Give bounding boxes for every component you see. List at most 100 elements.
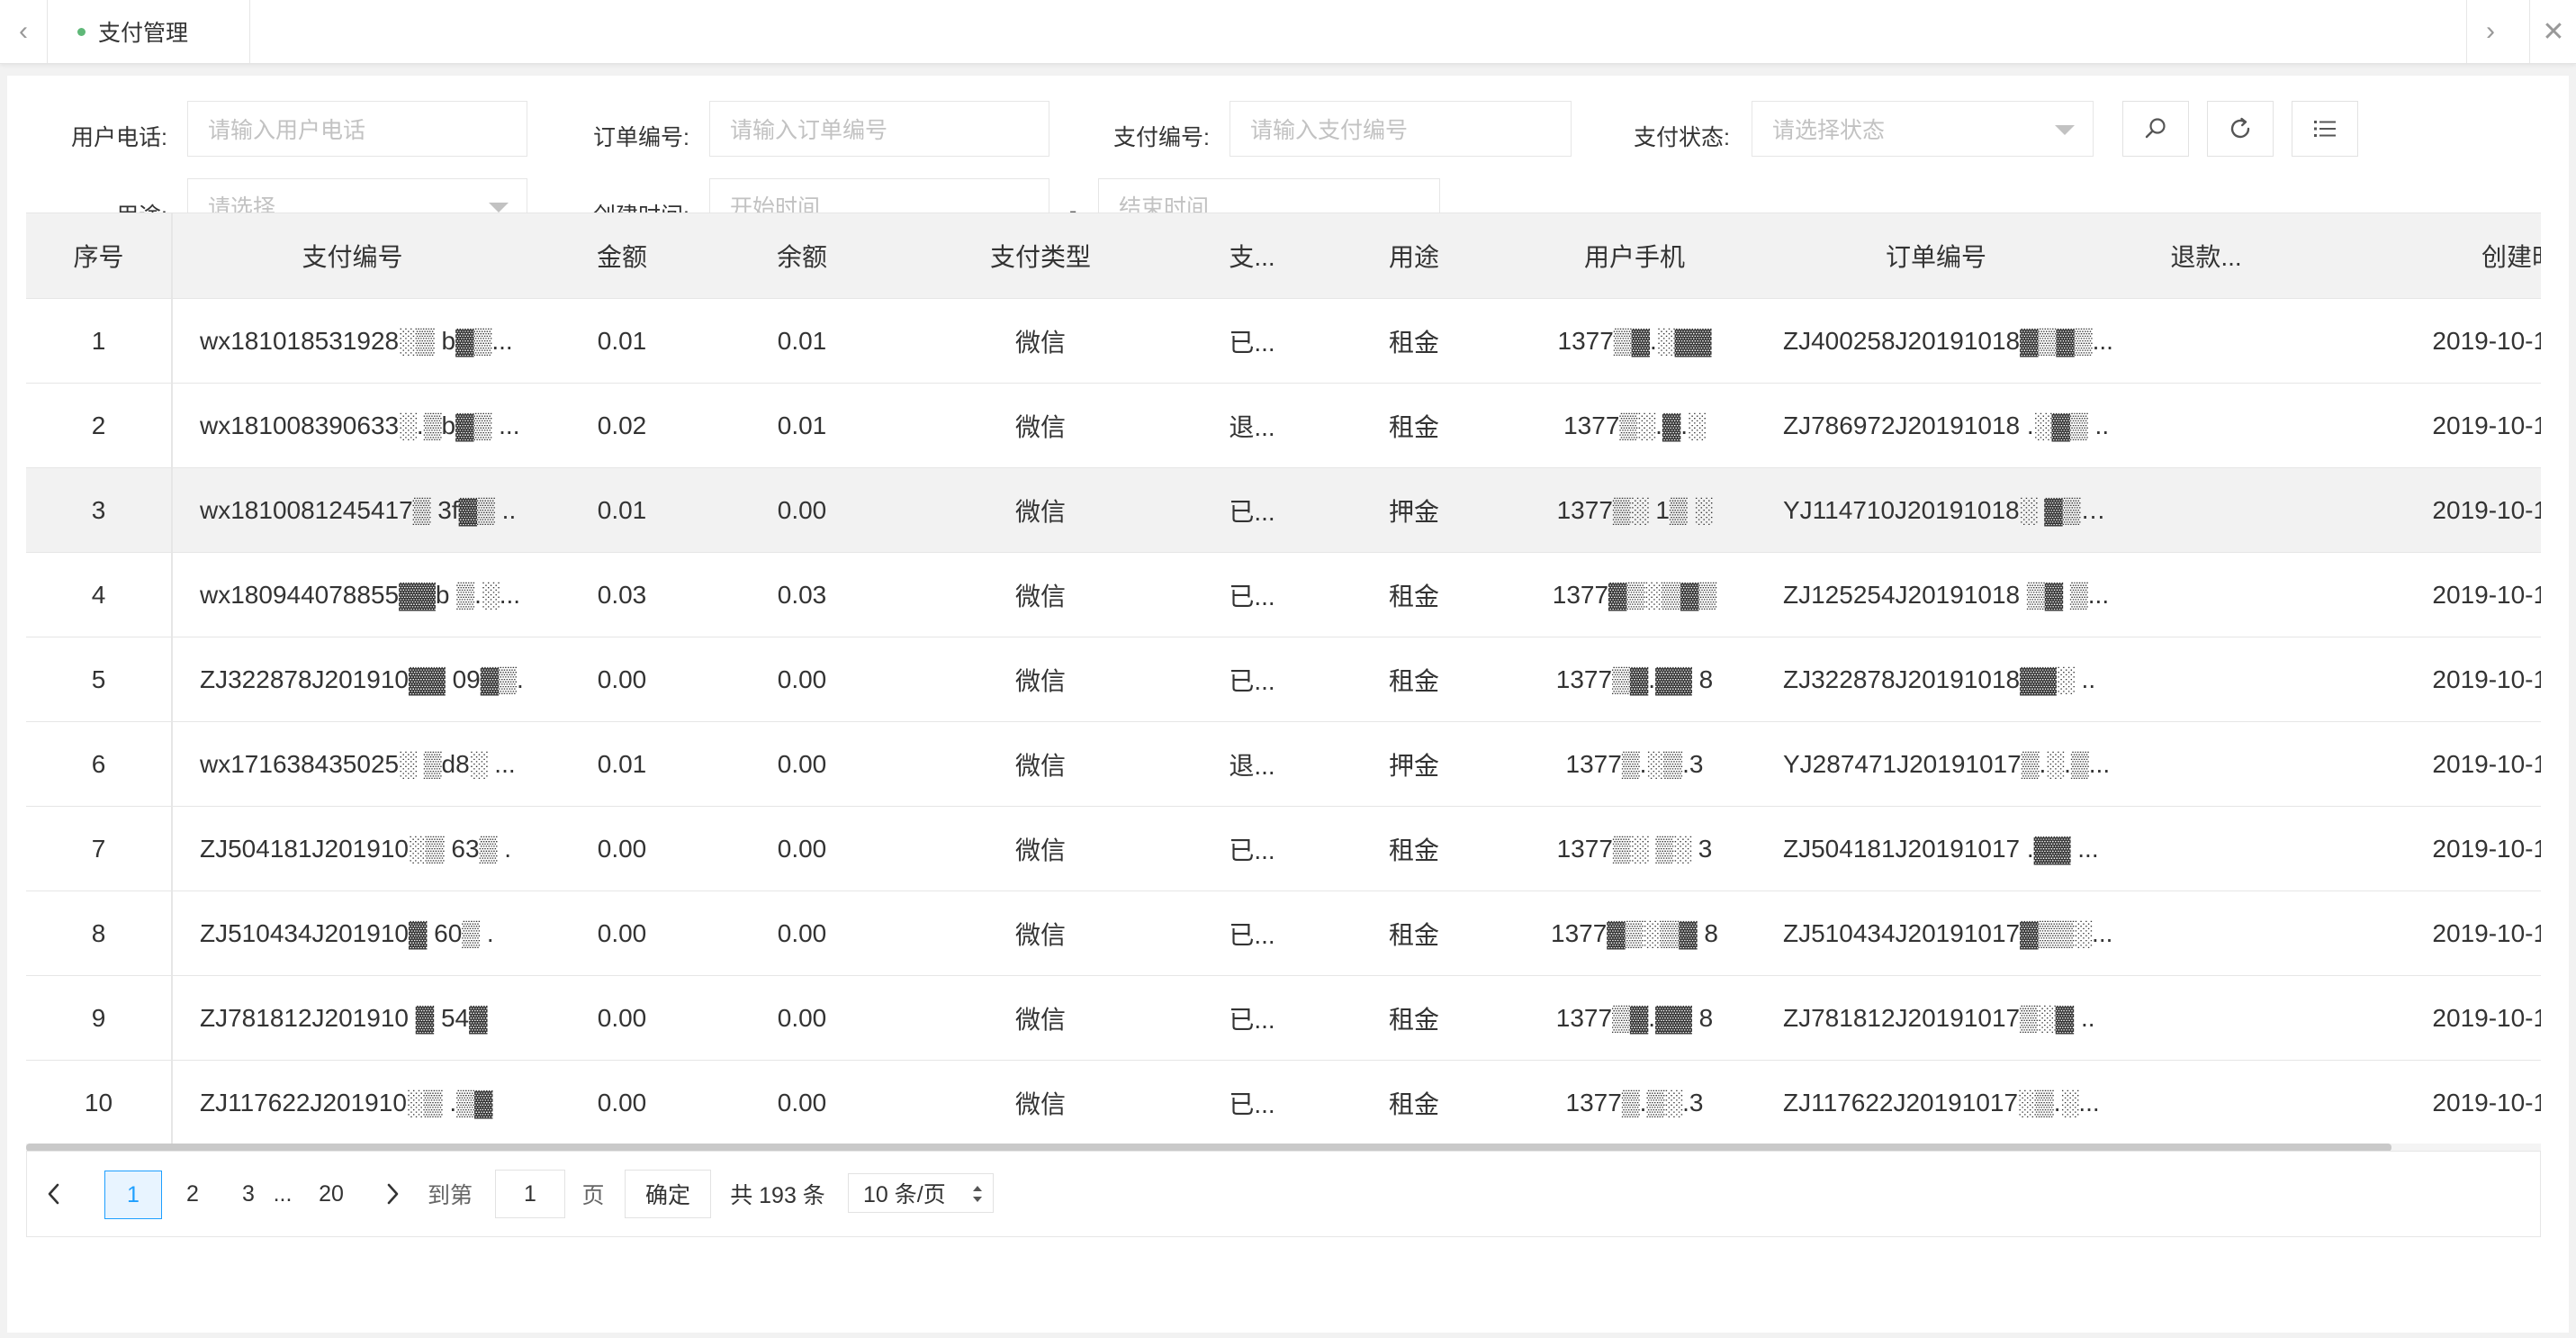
cell-phone: 1377▒░.▓.░ — [1513, 383, 1756, 468]
prev-page-icon[interactable] — [34, 1171, 74, 1217]
header-phone: 用户手机 — [1513, 213, 1756, 299]
cell-pay-id: ZJ781812J201910 ▓ 54▓ — [172, 975, 532, 1061]
cell-pay-type: 微信 — [892, 890, 1189, 976]
cell-usage: 租金 — [1315, 975, 1513, 1061]
page-size-select[interactable]: 10 条/页 — [848, 1173, 994, 1213]
cell-pay-status: 退... — [1189, 383, 1315, 468]
cell-refund — [2116, 383, 2296, 468]
header-balance: 余额 — [712, 213, 892, 299]
cell-amount: 0.00 — [532, 806, 712, 891]
phone-label: 用户电话: — [71, 125, 167, 150]
search-button[interactable] — [2122, 101, 2189, 157]
cell-balance: 0.00 — [712, 806, 892, 891]
cell-pay-status: 已... — [1189, 298, 1315, 384]
table-row[interactable]: 4 wx180944078855▓▓b ▒.░... 0.03 0.03 微信 已... 租… — [26, 552, 2541, 637]
table-row[interactable]: 7 ZJ504181J201910░▒ 63▒ . 0.00 0.00 微信 已... 租金… — [26, 806, 2541, 891]
cell-phone: 1377▒▓.▓▓ 8 — [1513, 975, 1756, 1061]
cell-phone: 1377▒░ 1▒ ░ — [1513, 467, 1756, 553]
pay-id-label: 支付编号: — [1113, 125, 1210, 150]
header-usage: 用途 — [1315, 213, 1513, 299]
tab-scroll-right-icon[interactable]: › — [2466, 0, 2514, 63]
cell-amount: 0.01 — [532, 467, 712, 553]
cell-refund — [2116, 1060, 2296, 1145]
cell-created-time: 2019-10-17 1 — [2296, 721, 2541, 807]
close-icon[interactable]: ✕ — [2529, 0, 2576, 63]
table-row[interactable]: 6 wx171638435025░ ▒d8░ ... 0.01 0.00 微信 退... 押… — [26, 721, 2541, 807]
cell-seq: 2 — [26, 383, 173, 468]
cell-usage: 租金 — [1315, 890, 1513, 976]
cell-pay-id: wx181008390633░.▒b▓▒ ... — [172, 383, 532, 468]
cell-created-time: 2019-10-18 1 — [2296, 467, 2541, 553]
next-page-icon[interactable] — [373, 1171, 412, 1217]
page-2[interactable]: 2 — [171, 1171, 214, 1217]
refresh-button[interactable] — [2207, 101, 2274, 157]
cell-phone: 1377▒.▒░.3 — [1513, 1060, 1756, 1145]
goto-label: 到第 — [427, 1183, 473, 1208]
cell-refund — [2116, 637, 2296, 722]
tab-label: 支付管理 — [98, 21, 189, 46]
pay-id-input[interactable]: 请输入支付编号 — [1229, 101, 1572, 157]
cell-pay-type: 微信 — [892, 975, 1189, 1061]
cell-pay-status: 已... — [1189, 467, 1315, 553]
cell-refund — [2116, 721, 2296, 807]
table-row[interactable]: 10 ZJ117622J201910░▒ .▒▓ 0.00 0.00 微信 已... 租金 1… — [26, 1060, 2541, 1145]
cell-balance: 0.03 — [712, 552, 892, 637]
cell-amount: 0.02 — [532, 383, 712, 468]
cell-balance: 0.00 — [712, 1060, 892, 1145]
cell-order-id: ZJ117622J20191017░▒.░... — [1756, 1060, 2116, 1145]
header-order-id: 订单编号 — [1756, 213, 2116, 299]
table-row[interactable]: 8 ZJ510434J201910▓ 60▒ . 0.00 0.00 微信 已... 租金 1… — [26, 890, 2541, 976]
cell-pay-status: 已... — [1189, 975, 1315, 1061]
cell-phone: 1377▒░ ▒░ 3 — [1513, 806, 1756, 891]
updown-caret-icon — [973, 1186, 982, 1202]
cell-phone: 1377▒▓.▓▓ 8 — [1513, 637, 1756, 722]
cell-pay-id: ZJ117622J201910░▒ .▒▓ — [172, 1060, 532, 1145]
cell-balance: 0.00 — [712, 890, 892, 976]
page-1[interactable]: 1 — [104, 1171, 162, 1219]
cell-seq: 8 — [26, 890, 173, 976]
active-dot-icon — [77, 27, 86, 36]
cell-order-id: ZJ781812J20191017▒░▓ .. — [1756, 975, 2116, 1061]
cell-pay-id: wx1810081245417▒ 3f▓▒ .. — [172, 467, 532, 553]
phone-input[interactable]: 请输入用户电话 — [187, 101, 527, 157]
cell-refund — [2116, 552, 2296, 637]
status-select[interactable]: 请选择状态 — [1752, 101, 2094, 157]
page-20[interactable]: 20 — [302, 1171, 360, 1217]
cell-balance: 0.00 — [712, 467, 892, 553]
page-ellipsis: ... — [273, 1180, 293, 1207]
cell-seq: 4 — [26, 552, 173, 637]
tab-payment-management[interactable]: 支付管理 — [50, 0, 250, 63]
table-row[interactable]: 5 ZJ322878J201910▓▓ 09▓▒. 0.00 0.00 微信 已... 租金… — [26, 637, 2541, 722]
table-row[interactable]: 1 wx181018531928░▒ b▓▒... 0.01 0.01 微信 已... 租金… — [26, 298, 2541, 384]
cell-usage: 租金 — [1315, 1060, 1513, 1145]
cell-amount: 0.00 — [532, 1060, 712, 1145]
cell-amount: 0.01 — [532, 298, 712, 384]
cell-pay-type: 微信 — [892, 721, 1189, 807]
cell-pay-type: 微信 — [892, 383, 1189, 468]
cell-pay-type: 微信 — [892, 637, 1189, 722]
goto-page-input[interactable]: 1 — [495, 1170, 565, 1218]
table-row[interactable]: 3 wx1810081245417▒ 3f▓▒ .. 0.01 0.00 微信 已... 押… — [26, 467, 2541, 553]
cell-seq: 1 — [26, 298, 173, 384]
cell-amount: 0.03 — [532, 552, 712, 637]
order-input[interactable]: 请输入订单编号 — [709, 101, 1049, 157]
cell-seq: 3 — [26, 467, 173, 553]
cell-pay-type: 微信 — [892, 467, 1189, 553]
table-row[interactable]: 2 wx181008390633░.▒b▓▒ ... 0.02 0.01 微信 退... 租… — [26, 383, 2541, 468]
cell-usage: 押金 — [1315, 467, 1513, 553]
cell-usage: 租金 — [1315, 552, 1513, 637]
confirm-button[interactable]: 确定 — [625, 1170, 711, 1218]
list-icon — [2314, 121, 2336, 137]
cell-pay-status: 已... — [1189, 1060, 1315, 1145]
search-icon — [2145, 118, 2166, 139]
cell-pay-id: wx181018531928░▒ b▓▒... — [172, 298, 532, 384]
cell-created-time: 2019-10-18 1 — [2296, 298, 2541, 384]
pagination: 1 2 3 ... 20 到第 1 页 确定 共 193 条 10 条/页 — [26, 1151, 2541, 1237]
cell-usage: 租金 — [1315, 383, 1513, 468]
tab-scroll-left-icon[interactable]: ‹ — [0, 0, 48, 63]
cell-pay-id: wx171638435025░ ▒d8░ ... — [172, 721, 532, 807]
cell-pay-type: 微信 — [892, 806, 1189, 891]
column-list-button[interactable] — [2292, 101, 2358, 157]
cell-balance: 0.01 — [712, 298, 892, 384]
table-row[interactable]: 9 ZJ781812J201910 ▓ 54▓ 0.00 0.00 微信 已... 租金 13… — [26, 975, 2541, 1061]
